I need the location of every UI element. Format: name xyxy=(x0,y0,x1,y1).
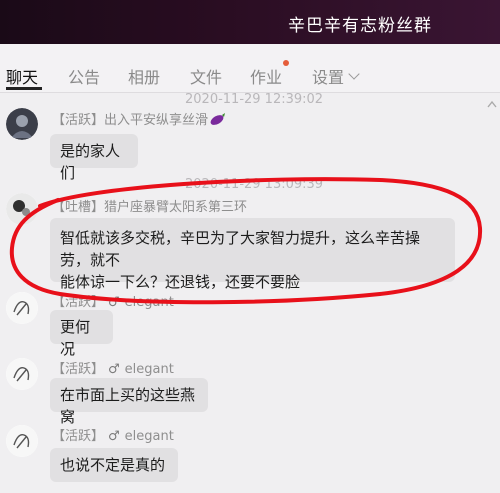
sender-name[interactable]: elegant xyxy=(125,362,174,377)
member-tag: 【活跃】 xyxy=(52,362,105,377)
tab-files[interactable]: 文件 xyxy=(190,64,222,88)
tab-album[interactable]: 相册 xyxy=(128,64,160,88)
collapse-icon[interactable] xyxy=(487,100,497,108)
sender-name[interactable]: elegant xyxy=(125,429,174,444)
male-icon: ♂ xyxy=(108,429,120,444)
avatar[interactable] xyxy=(6,193,38,225)
active-tab-indicator xyxy=(6,87,42,90)
avatar[interactable] xyxy=(6,292,38,324)
message-bubble: 也说不定是真的 xyxy=(50,448,178,482)
sender-name[interactable]: 猎户座暴臂太阳系第三环 xyxy=(104,200,247,215)
sender-meta: 【活跃】 ♂ elegant xyxy=(52,425,174,444)
tab-settings[interactable]: 设置 xyxy=(312,64,344,88)
sender-meta: 【吐槽】猎户座暴臂太阳系第三环 xyxy=(52,196,247,215)
avatar-sketch-icon xyxy=(6,425,38,457)
message-timestamp: 2020-11-29 13:09:39 xyxy=(185,177,324,192)
message-bubble: 是的家人们 xyxy=(50,134,138,182)
male-icon: ♂ xyxy=(108,295,120,310)
message-bubble: 智低就该多交税，辛巴为了大家智力提升，这么辛苦操劳，就不 能体谅一下么？还退钱，… xyxy=(50,218,455,291)
avatar-photo-icon xyxy=(6,193,38,225)
tab-announcement[interactable]: 公告 xyxy=(68,64,100,88)
avatar-sketch-icon xyxy=(6,358,38,390)
message-text-line: 能体谅一下么？还退钱，还要不要脸 xyxy=(60,273,301,291)
chevron-down-icon[interactable] xyxy=(348,68,360,80)
avatar[interactable] xyxy=(6,425,38,457)
sender-meta: 【活跃】 ♂ elegant xyxy=(52,358,174,377)
avatar[interactable] xyxy=(6,358,38,390)
member-tag: 【活跃】 xyxy=(52,429,105,444)
member-tag: 【活跃】 xyxy=(52,113,105,128)
male-icon: ♂ xyxy=(108,362,120,377)
sender-meta: 【活跃】 ♂ elegant xyxy=(52,291,174,310)
sender-name[interactable]: 出入平安纵享丝滑 xyxy=(104,113,208,128)
sender-meta: 【活跃】出入平安纵享丝滑 xyxy=(52,109,226,130)
title-bar: 辛巴辛有志粉丝群 xyxy=(0,0,500,44)
avatar-sketch-icon xyxy=(6,292,38,324)
avatar[interactable] xyxy=(6,108,38,140)
eggplant-icon xyxy=(210,112,226,130)
tab-chat[interactable]: 聊天 xyxy=(6,64,38,88)
notification-dot xyxy=(283,60,289,66)
message-bubble: 更何况 xyxy=(50,310,113,358)
member-tag: 【吐槽】 xyxy=(52,200,105,215)
tab-homework[interactable]: 作业 xyxy=(250,64,282,88)
avatar-photo-icon xyxy=(6,108,38,140)
sender-name[interactable]: elegant xyxy=(125,295,174,310)
message-timestamp: 2020-11-29 12:39:02 xyxy=(185,92,324,107)
message-text-line: 智低就该多交税，辛巴为了大家智力提升，这么辛苦操劳，就不 xyxy=(60,229,421,269)
group-title: 辛巴辛有志粉丝群 xyxy=(288,16,432,36)
tab-bar: 聊天 公告 相册 文件 作业 设置 xyxy=(0,44,500,93)
member-tag: 【活跃】 xyxy=(52,295,105,310)
message-bubble: 在市面上买的这些燕窝 xyxy=(50,378,208,426)
